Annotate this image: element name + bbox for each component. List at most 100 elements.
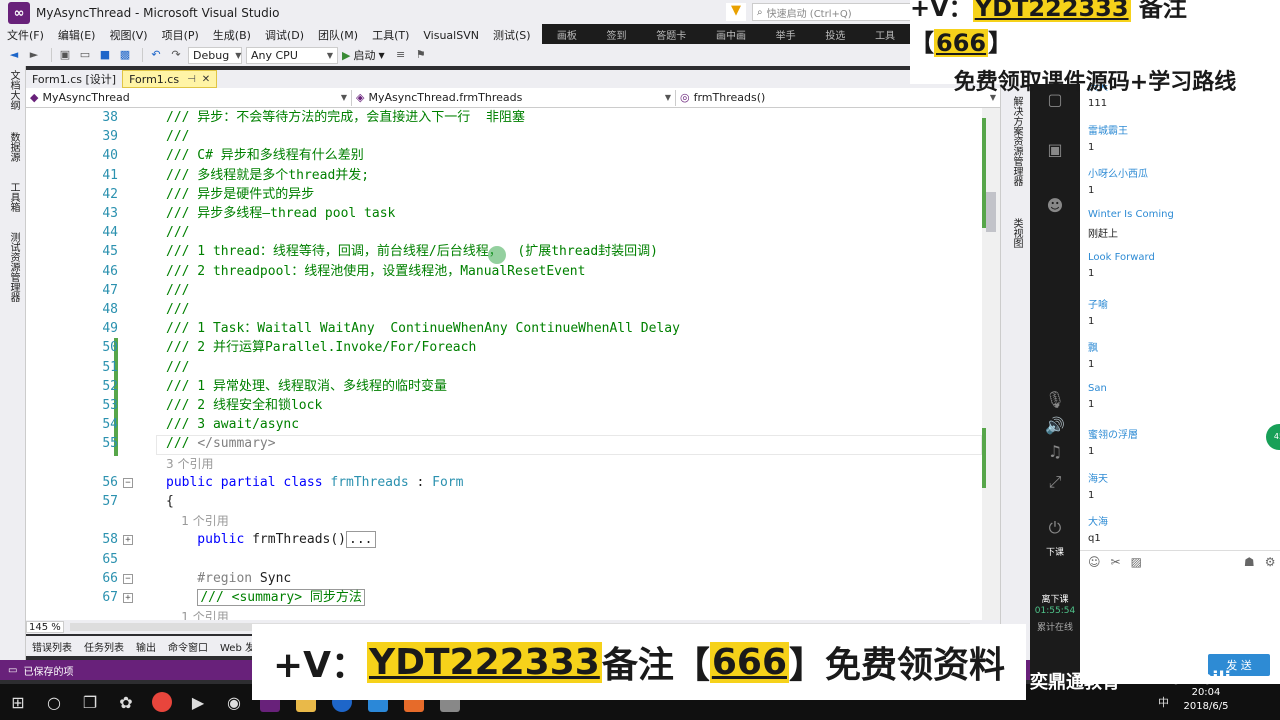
right-tool-tab[interactable]: 解决方案资源管理器: [1009, 96, 1024, 186]
speaker-icon[interactable]: 🔊: [1043, 416, 1067, 440]
chat-user-name[interactable]: 小呀么小西瓜: [1088, 165, 1148, 180]
collapse-region-icon[interactable]: −: [123, 573, 133, 584]
right-tool-tab[interactable]: 类视图: [1009, 218, 1024, 248]
chat-user-name[interactable]: 飘: [1088, 339, 1098, 354]
forward-icon[interactable]: ►: [26, 47, 42, 63]
solution-config-select[interactable]: Debug ▼: [188, 46, 242, 64]
task-view-icon[interactable]: ❐: [72, 684, 108, 720]
document-tab[interactable]: Form1.cs ⊣ ✕: [122, 70, 218, 88]
chat-user-name[interactable]: 大海: [1088, 513, 1108, 528]
gear-icon[interactable]: ⚙: [1265, 555, 1276, 569]
type-nav-select[interactable]: ◈ MyAsyncThread.frmThreads ▼: [352, 89, 676, 106]
left-tool-tab[interactable]: 文档大纲: [6, 70, 21, 110]
save-icon[interactable]: ■: [97, 47, 113, 63]
left-tool-tab[interactable]: 测试资源管理器: [6, 232, 21, 302]
menu-item[interactable]: 视图(V): [102, 27, 154, 43]
menu-item[interactable]: VisualSVN: [416, 29, 486, 42]
app-icon[interactable]: ◉: [216, 684, 252, 720]
scissors-icon[interactable]: ✂: [1111, 555, 1121, 569]
live-toolbar-item[interactable]: 举手: [776, 27, 796, 42]
menu-item[interactable]: 团队(M): [311, 27, 365, 43]
zoom-select[interactable]: 145 %: [26, 621, 64, 633]
open-folder-icon[interactable]: ▭: [77, 47, 93, 63]
menu-item[interactable]: 项目(P): [155, 27, 206, 43]
screen-icon[interactable]: ▣: [1043, 140, 1067, 164]
tool-window-tab[interactable]: 输出: [130, 639, 162, 654]
solution-platform-select[interactable]: Any CPU ▼: [246, 46, 338, 64]
bookmark-icon[interactable]: ⚑: [413, 47, 429, 63]
document-tab-label: Form1.cs: [129, 72, 180, 86]
recorder-icon[interactable]: ▶: [180, 684, 216, 720]
start-debug-button[interactable]: ▶ 启动 ▼: [342, 47, 385, 63]
menu-item[interactable]: 工具(T): [365, 27, 416, 43]
windows-start-icon[interactable]: ⊞: [0, 684, 36, 720]
chat-user-name[interactable]: Look Forward: [1088, 252, 1155, 263]
undo-icon[interactable]: ↶: [148, 47, 164, 63]
code-token: ///: [166, 436, 198, 452]
live-toolbar-item[interactable]: 答题卡: [656, 27, 686, 42]
left-tool-tab[interactable]: 工具箱: [6, 182, 21, 212]
back-icon[interactable]: ◄: [6, 47, 22, 63]
end-class-label[interactable]: 下课: [1034, 545, 1076, 558]
expand-region-icon[interactable]: +: [123, 593, 133, 603]
live-toolbar-item[interactable]: 画中画: [716, 27, 746, 42]
notification-filter-icon[interactable]: ▼: [726, 3, 746, 21]
quick-launch-input[interactable]: ⌕ 快速启动 (Ctrl+Q): [752, 3, 912, 21]
member-nav-select[interactable]: ◎ frmThreads() ▼: [676, 90, 1000, 106]
menu-item[interactable]: 文件(F): [0, 27, 51, 43]
app-icon[interactable]: ✿: [108, 684, 144, 720]
save-all-icon[interactable]: ▩: [117, 47, 133, 63]
music-icon[interactable]: ♫: [1043, 442, 1067, 466]
editor-vertical-scrollbar[interactable]: [982, 108, 1000, 620]
line-number: 56: [102, 474, 118, 490]
code-editor[interactable]: 38 /// 异步：不会等待方法的完成，会直接进入下一行 非阻塞 39 /// 40 //…: [26, 108, 982, 620]
code-token: /// 2 threadpool：线程池使用，设置线程池，ManualReset…: [166, 263, 586, 279]
tool-window-tab[interactable]: 错误列表: [26, 639, 78, 654]
project-nav-select[interactable]: ◆ MyAsyncThread ▼: [26, 89, 352, 106]
chat-user-name[interactable]: 海天: [1088, 470, 1108, 485]
collapse-region-icon[interactable]: −: [123, 477, 133, 488]
new-project-icon[interactable]: ▣: [57, 47, 73, 63]
close-icon[interactable]: ✕: [202, 74, 210, 85]
emoji-icon[interactable]: ☺: [1088, 555, 1101, 569]
users-icon[interactable]: ☗: [1244, 555, 1255, 569]
chat-user-name[interactable]: 子喻: [1088, 296, 1108, 311]
search-icon[interactable]: ○: [36, 684, 72, 720]
chat-message: San 1: [1088, 383, 1107, 410]
menu-item[interactable]: 测试(S): [486, 27, 538, 43]
document-tab[interactable]: Form1.cs [设计]: [26, 70, 122, 88]
live-toolbar-item[interactable]: 工具: [875, 27, 895, 42]
scroll-thumb[interactable]: [986, 192, 996, 232]
menu-item[interactable]: 生成(B): [206, 27, 258, 43]
chat-user-name[interactable]: 蜜翎の浮層: [1088, 426, 1138, 441]
input-language[interactable]: 中: [1158, 694, 1169, 710]
image-icon[interactable]: ▨: [1131, 555, 1142, 569]
tool-window-tab[interactable]: 任务列表: [78, 639, 130, 654]
tool-window-tab[interactable]: 命令窗口: [162, 639, 214, 654]
chrome-icon[interactable]: [144, 684, 180, 720]
chat-user-name[interactable]: 雷城霸王: [1088, 122, 1128, 137]
end-class-icon[interactable]: ⏻: [1043, 518, 1067, 542]
expand-icon[interactable]: ⤢: [1043, 472, 1067, 496]
live-toolbar-item[interactable]: 签到: [607, 27, 627, 42]
code-text: /// 3 await/async: [166, 415, 299, 435]
line-number: 46: [102, 263, 118, 279]
code-line: 54 /// 3 await/async: [26, 415, 982, 435]
live-toolbar-item[interactable]: 画板: [557, 27, 577, 42]
left-tool-tab[interactable]: 数据源: [6, 132, 21, 162]
chat-user-name[interactable]: San: [1088, 383, 1107, 394]
microphone-icon[interactable]: 🎙: [1043, 390, 1067, 414]
pin-icon[interactable]: ⊣: [187, 74, 196, 85]
user-icon[interactable]: ☻: [1043, 196, 1067, 220]
live-toolbar-item[interactable]: 投选: [825, 27, 845, 42]
code-text: ///: [166, 300, 189, 320]
redo-icon[interactable]: ↷: [168, 47, 184, 63]
menu-item[interactable]: 调试(D): [258, 27, 311, 43]
expand-region-icon[interactable]: +: [123, 535, 133, 546]
code-token: /// 2 并行运算Parallel.Invoke/For/Foreach: [166, 340, 477, 356]
comment-icon[interactable]: ≡: [393, 47, 409, 63]
menu-item[interactable]: 编辑(E): [51, 27, 103, 43]
chat-user-name[interactable]: Winter Is Coming: [1088, 209, 1174, 220]
platform-value: Any CPU: [251, 48, 298, 62]
system-clock[interactable]: 20:04 2018/6/5: [1180, 686, 1232, 714]
